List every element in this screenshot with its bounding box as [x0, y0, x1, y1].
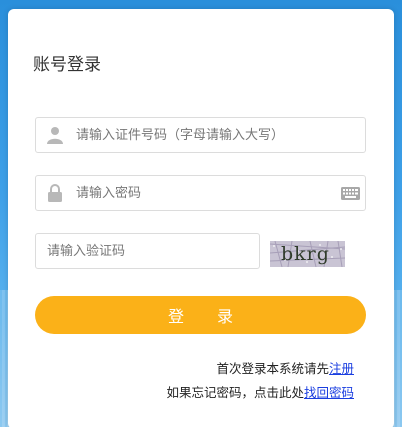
captcha-input[interactable]	[47, 234, 247, 268]
password-input[interactable]	[76, 176, 326, 210]
recover-password-link[interactable]: 找回密码	[304, 385, 354, 400]
first-login-text: 首次登录本系统请先	[216, 361, 329, 376]
register-line: 首次登录本系统请先注册	[216, 358, 354, 377]
password-field[interactable]	[35, 175, 366, 211]
login-card: 账号登录 请输入证件号码（字母请输入大写） 请输入验证码 bkrg 登 录 首次…	[8, 9, 394, 427]
page-title: 账号登录	[33, 55, 101, 75]
login-button[interactable]: 登 录	[35, 296, 366, 334]
register-link[interactable]: 注册	[329, 361, 354, 376]
user-icon	[47, 127, 63, 144]
captcha-text: bkrg	[281, 243, 330, 265]
id-number-field[interactable]	[35, 117, 366, 153]
lock-icon	[48, 184, 62, 202]
captcha-field[interactable]	[35, 233, 260, 269]
captcha-image[interactable]: bkrg	[270, 241, 345, 267]
keyboard-icon[interactable]	[341, 187, 360, 200]
forgot-password-text: 如果忘记密码，点击此处	[166, 385, 304, 400]
forgot-password-line: 如果忘记密码，点击此处找回密码	[166, 382, 354, 401]
id-number-input[interactable]	[76, 118, 356, 152]
